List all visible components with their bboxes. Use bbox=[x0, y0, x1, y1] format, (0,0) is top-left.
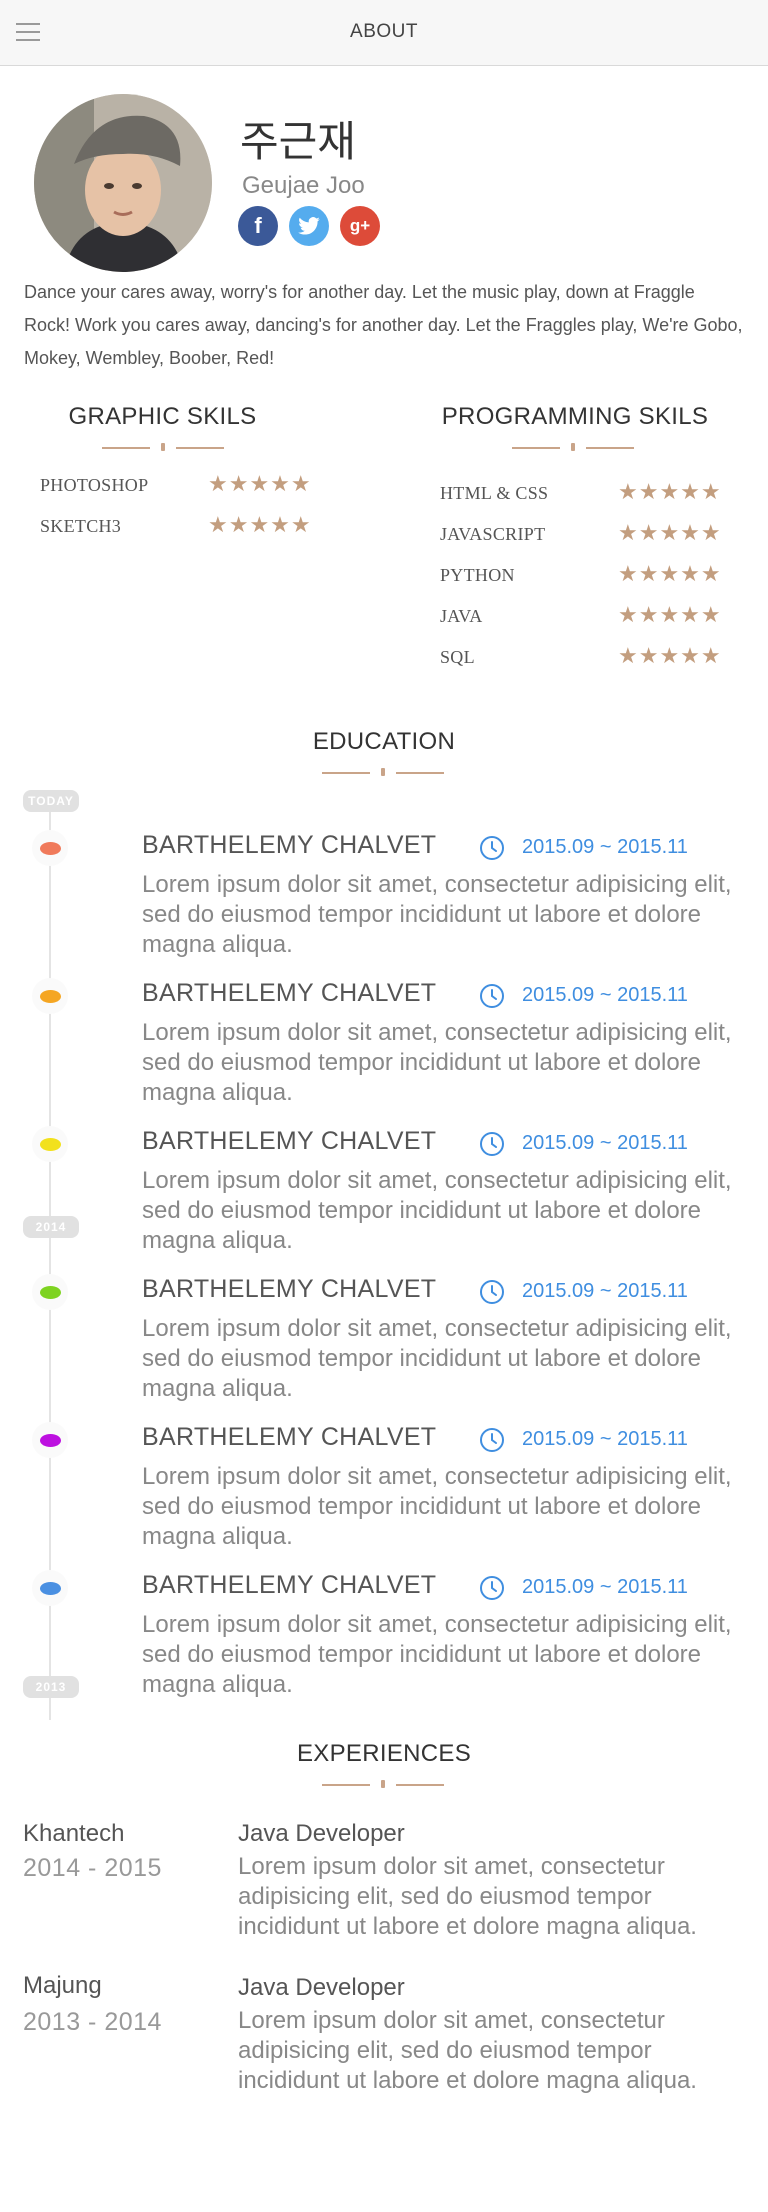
timeline-dot bbox=[32, 1274, 68, 1310]
experience-role: Java Developer bbox=[238, 1820, 405, 1847]
education-item-description: Lorem ipsum dolor sit amet, consectetur … bbox=[142, 1611, 732, 1698]
experience-company: Majung bbox=[23, 1972, 102, 1999]
star-rating: ★★★★★ bbox=[618, 520, 722, 545]
education-item-date: 2015.09 ~ 2015.11 bbox=[522, 1280, 688, 1302]
star-rating: ★★★★★ bbox=[618, 602, 722, 627]
education-item-description: Lorem ipsum dolor sit amet, consectetur … bbox=[142, 871, 732, 958]
timeline-badge-today: TODAY bbox=[23, 790, 79, 812]
education-item-description: Lorem ipsum dolor sit amet, consectetur … bbox=[142, 1019, 732, 1106]
clock-icon bbox=[480, 1280, 504, 1304]
education-item-date: 2015.09 ~ 2015.11 bbox=[522, 1576, 688, 1598]
twitter-icon[interactable] bbox=[289, 206, 329, 246]
experience-description: Lorem ipsum dolor sit amet, consectetur … bbox=[238, 1853, 697, 1940]
experience-years: 2013 - 2014 bbox=[23, 2008, 162, 2036]
education-title: EDUCATION bbox=[312, 728, 456, 755]
education-item-title: BARTHELEMY CHALVET bbox=[142, 831, 437, 859]
education-item-date: 2015.09 ~ 2015.11 bbox=[522, 836, 688, 858]
education-item-title: BARTHELEMY CHALVET bbox=[142, 979, 437, 1007]
timeline-dot bbox=[32, 978, 68, 1014]
clock-icon bbox=[480, 1428, 504, 1452]
timeline-dot bbox=[32, 1570, 68, 1606]
section-divider bbox=[0, 766, 768, 780]
page-title: ABOUT bbox=[350, 21, 418, 42]
section-divider bbox=[30, 441, 295, 455]
section-divider bbox=[0, 1778, 768, 1792]
star-rating: ★★★★★ bbox=[208, 512, 312, 537]
profile-bio: Dance your cares away, worry's for anoth… bbox=[24, 282, 743, 368]
skill-name: JAVASCRIPT bbox=[440, 524, 546, 544]
timeline-dot bbox=[32, 1422, 68, 1458]
education-item-description: Lorem ipsum dolor sit amet, consectetur … bbox=[142, 1463, 732, 1550]
experience-description: Lorem ipsum dolor sit amet, consectetur … bbox=[238, 2007, 697, 2094]
clock-icon bbox=[480, 1132, 504, 1156]
skills-section: GRAPHIC SKILS PHOTOSHOP ★★★★★ SKETCH3 ★★… bbox=[0, 403, 768, 728]
education-item-title: BARTHELEMY CHALVET bbox=[142, 1275, 437, 1303]
education-item-title: BARTHELEMY CHALVET bbox=[142, 1571, 437, 1599]
profile-section: 주근재 Geujae Joo f g+ bbox=[0, 66, 768, 276]
star-rating: ★★★★★ bbox=[618, 479, 722, 504]
star-rating: ★★★★★ bbox=[208, 471, 312, 496]
profile-name-korean: 주근재 bbox=[240, 117, 356, 166]
skill-name: HTML & CSS bbox=[440, 483, 549, 503]
top-bar: ABOUT bbox=[0, 0, 768, 66]
graphic-skills-title: GRAPHIC SKILS bbox=[68, 403, 257, 430]
skill-name: SKETCH3 bbox=[40, 516, 122, 536]
clock-icon bbox=[480, 984, 504, 1008]
skill-name: PYTHON bbox=[440, 565, 515, 585]
timeline-dot bbox=[32, 1126, 68, 1162]
graphic-skills: GRAPHIC SKILS PHOTOSHOP ★★★★★ SKETCH3 ★★… bbox=[30, 403, 311, 537]
clock-icon bbox=[480, 836, 504, 860]
experience-company: Khantech bbox=[23, 1820, 125, 1847]
skill-name: PHOTOSHOP bbox=[40, 475, 149, 495]
timeline-badge-2013: 2013 bbox=[23, 1676, 79, 1698]
experience-years: 2014 - 2015 bbox=[23, 1854, 162, 1882]
education-item-description: Lorem ipsum dolor sit amet, consectetur … bbox=[142, 1315, 732, 1402]
google-plus-icon[interactable]: g+ bbox=[340, 206, 380, 246]
social-links: f g+ bbox=[238, 206, 380, 246]
education-item-date: 2015.09 ~ 2015.11 bbox=[522, 1428, 688, 1450]
experience-role: Java Developer bbox=[238, 1974, 405, 2001]
section-divider bbox=[430, 441, 720, 455]
experiences-title: EXPERIENCES bbox=[296, 1740, 472, 1767]
star-rating: ★★★★★ bbox=[618, 561, 722, 586]
star-rating: ★★★★★ bbox=[618, 643, 722, 668]
profile-name-english: Geujae Joo bbox=[242, 172, 365, 199]
skill-name: SQL bbox=[440, 647, 475, 667]
education-item-date: 2015.09 ~ 2015.11 bbox=[522, 1132, 688, 1154]
education-item-title: BARTHELEMY CHALVET bbox=[142, 1127, 437, 1155]
programming-skills: PROGRAMMING SKILS HTML & CSS ★★★★★ JAVAS… bbox=[430, 403, 721, 668]
clock-icon bbox=[480, 1576, 504, 1600]
education-timeline: TODAY 2014 2013 BARTHELEMY CHALVET 2015.0… bbox=[0, 780, 768, 1740]
education-item-title: BARTHELEMY CHALVET bbox=[142, 1423, 437, 1451]
timeline-badge-2014: 2014 bbox=[23, 1216, 79, 1238]
timeline-dot bbox=[32, 830, 68, 866]
programming-skills-title: PROGRAMMING SKILS bbox=[441, 403, 709, 430]
experiences-list: Khantech 2014 - 2015 Java Developer Lore… bbox=[0, 1792, 768, 2212]
education-item-date: 2015.09 ~ 2015.11 bbox=[522, 984, 688, 1006]
facebook-icon[interactable]: f bbox=[238, 206, 278, 246]
education-item-description: Lorem ipsum dolor sit amet, consectetur … bbox=[142, 1167, 732, 1254]
skill-name: JAVA bbox=[440, 606, 483, 626]
avatar bbox=[34, 94, 212, 272]
